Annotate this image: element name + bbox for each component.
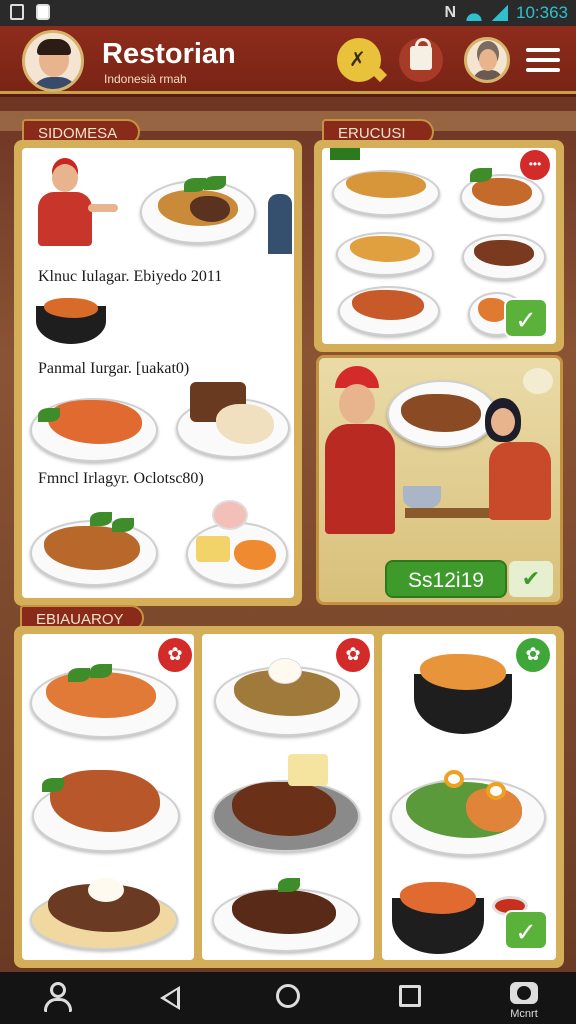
leaf-icon [523,368,553,394]
arrow-icon[interactable]: ✔ [509,561,553,597]
home-icon[interactable] [268,980,308,1016]
profile-button[interactable] [464,37,510,83]
menu-column-3: ✿ ✓ [382,634,556,960]
server-face [339,384,375,424]
customer-face [491,408,515,436]
grilled-fish-plate[interactable] [140,166,258,250]
back-icon[interactable] [152,980,192,1016]
wifi-icon [464,5,484,21]
customer-body [489,442,551,520]
menu-column-1: ✿ [22,634,194,960]
eco-badge-icon: ✿ [516,638,550,672]
price-button[interactable]: Ss12i19 [385,560,507,598]
app-header: Restorian Indonesià rmah ✗ [0,26,576,94]
nfc-icon: N [444,4,456,21]
chef-avatar[interactable] [22,30,84,92]
flag-icon [330,148,360,160]
grid-dish-8[interactable] [390,752,548,858]
grid-dish-7[interactable] [404,644,524,740]
specials-card: ••• ✓ [322,148,556,344]
waiter-illustration [36,156,118,248]
gallery-notification-icon [10,4,24,20]
clock: 10:363 [516,3,568,22]
profile-nav-icon[interactable] [38,980,78,1016]
account-label: Mcnrt [510,1008,538,1020]
hot-badge-icon: ••• [520,150,550,180]
check-icon[interactable]: ✓ [504,298,548,338]
featured-menu-card: Klnuc Iulagar. Ebiyedo 2011 Panmal Iurga… [22,148,294,598]
promo-banner[interactable]: Ss12i19 ✔ [316,355,563,605]
dish-caption: Klnuc Iulagar. Ebiyedo 2011 [38,268,223,285]
check-icon[interactable]: ✓ [504,910,548,950]
app-title: Restorian [102,38,236,70]
cart-button[interactable] [399,38,443,82]
specials-panel: ••• ✓ [314,140,564,352]
app-notification-icon [36,4,50,20]
bag-icon [410,38,432,70]
recents-icon[interactable] [390,980,430,1016]
rendang-bowl[interactable] [32,292,112,352]
rice-bowl [403,486,441,510]
rice-meat-plate[interactable] [30,500,160,594]
app-subtitle: Indonesià rmah [104,72,187,86]
signal-icon [492,5,508,21]
special-dish-5[interactable] [338,280,442,340]
fried-shrimp-plate[interactable] [30,380,160,466]
grid-dish-2[interactable] [32,752,182,856]
hot-badge-icon: ✿ [158,638,192,672]
search-button[interactable]: ✗ [337,38,381,82]
special-dish-1[interactable] [332,162,442,218]
customer-illustration [268,194,292,254]
dish-caption: Fmncl Irlagyr. Oclotsc80) [38,470,204,487]
status-bar: N 10:363 [0,0,576,26]
server-body [325,424,395,534]
utensils-icon: ✗ [349,49,366,71]
special-dish-4[interactable] [462,228,548,284]
grid-dish-3[interactable] [30,870,180,956]
menu-grid-panel: ✿ ✿ ✿ ✓ [14,626,564,968]
menu-button[interactable] [526,48,560,74]
special-dish-3[interactable] [336,224,436,280]
grid-dish-6[interactable] [212,870,362,956]
satay-wrap-plate[interactable] [176,376,292,462]
bottom-navigation: Mcnrt [0,972,576,1024]
hot-badge-icon: ✿ [336,638,370,672]
dish-caption: Panmal Iurgar. [uakat0) [38,360,190,377]
grid-dish-9[interactable] [388,874,488,958]
veggie-side-plate[interactable] [186,500,290,594]
featured-menu-panel: Klnuc Iulagar. Ebiyedo 2011 Panmal Iurga… [14,140,302,606]
menu-column-2: ✿ [202,634,374,960]
grid-dish-5[interactable] [212,752,362,856]
